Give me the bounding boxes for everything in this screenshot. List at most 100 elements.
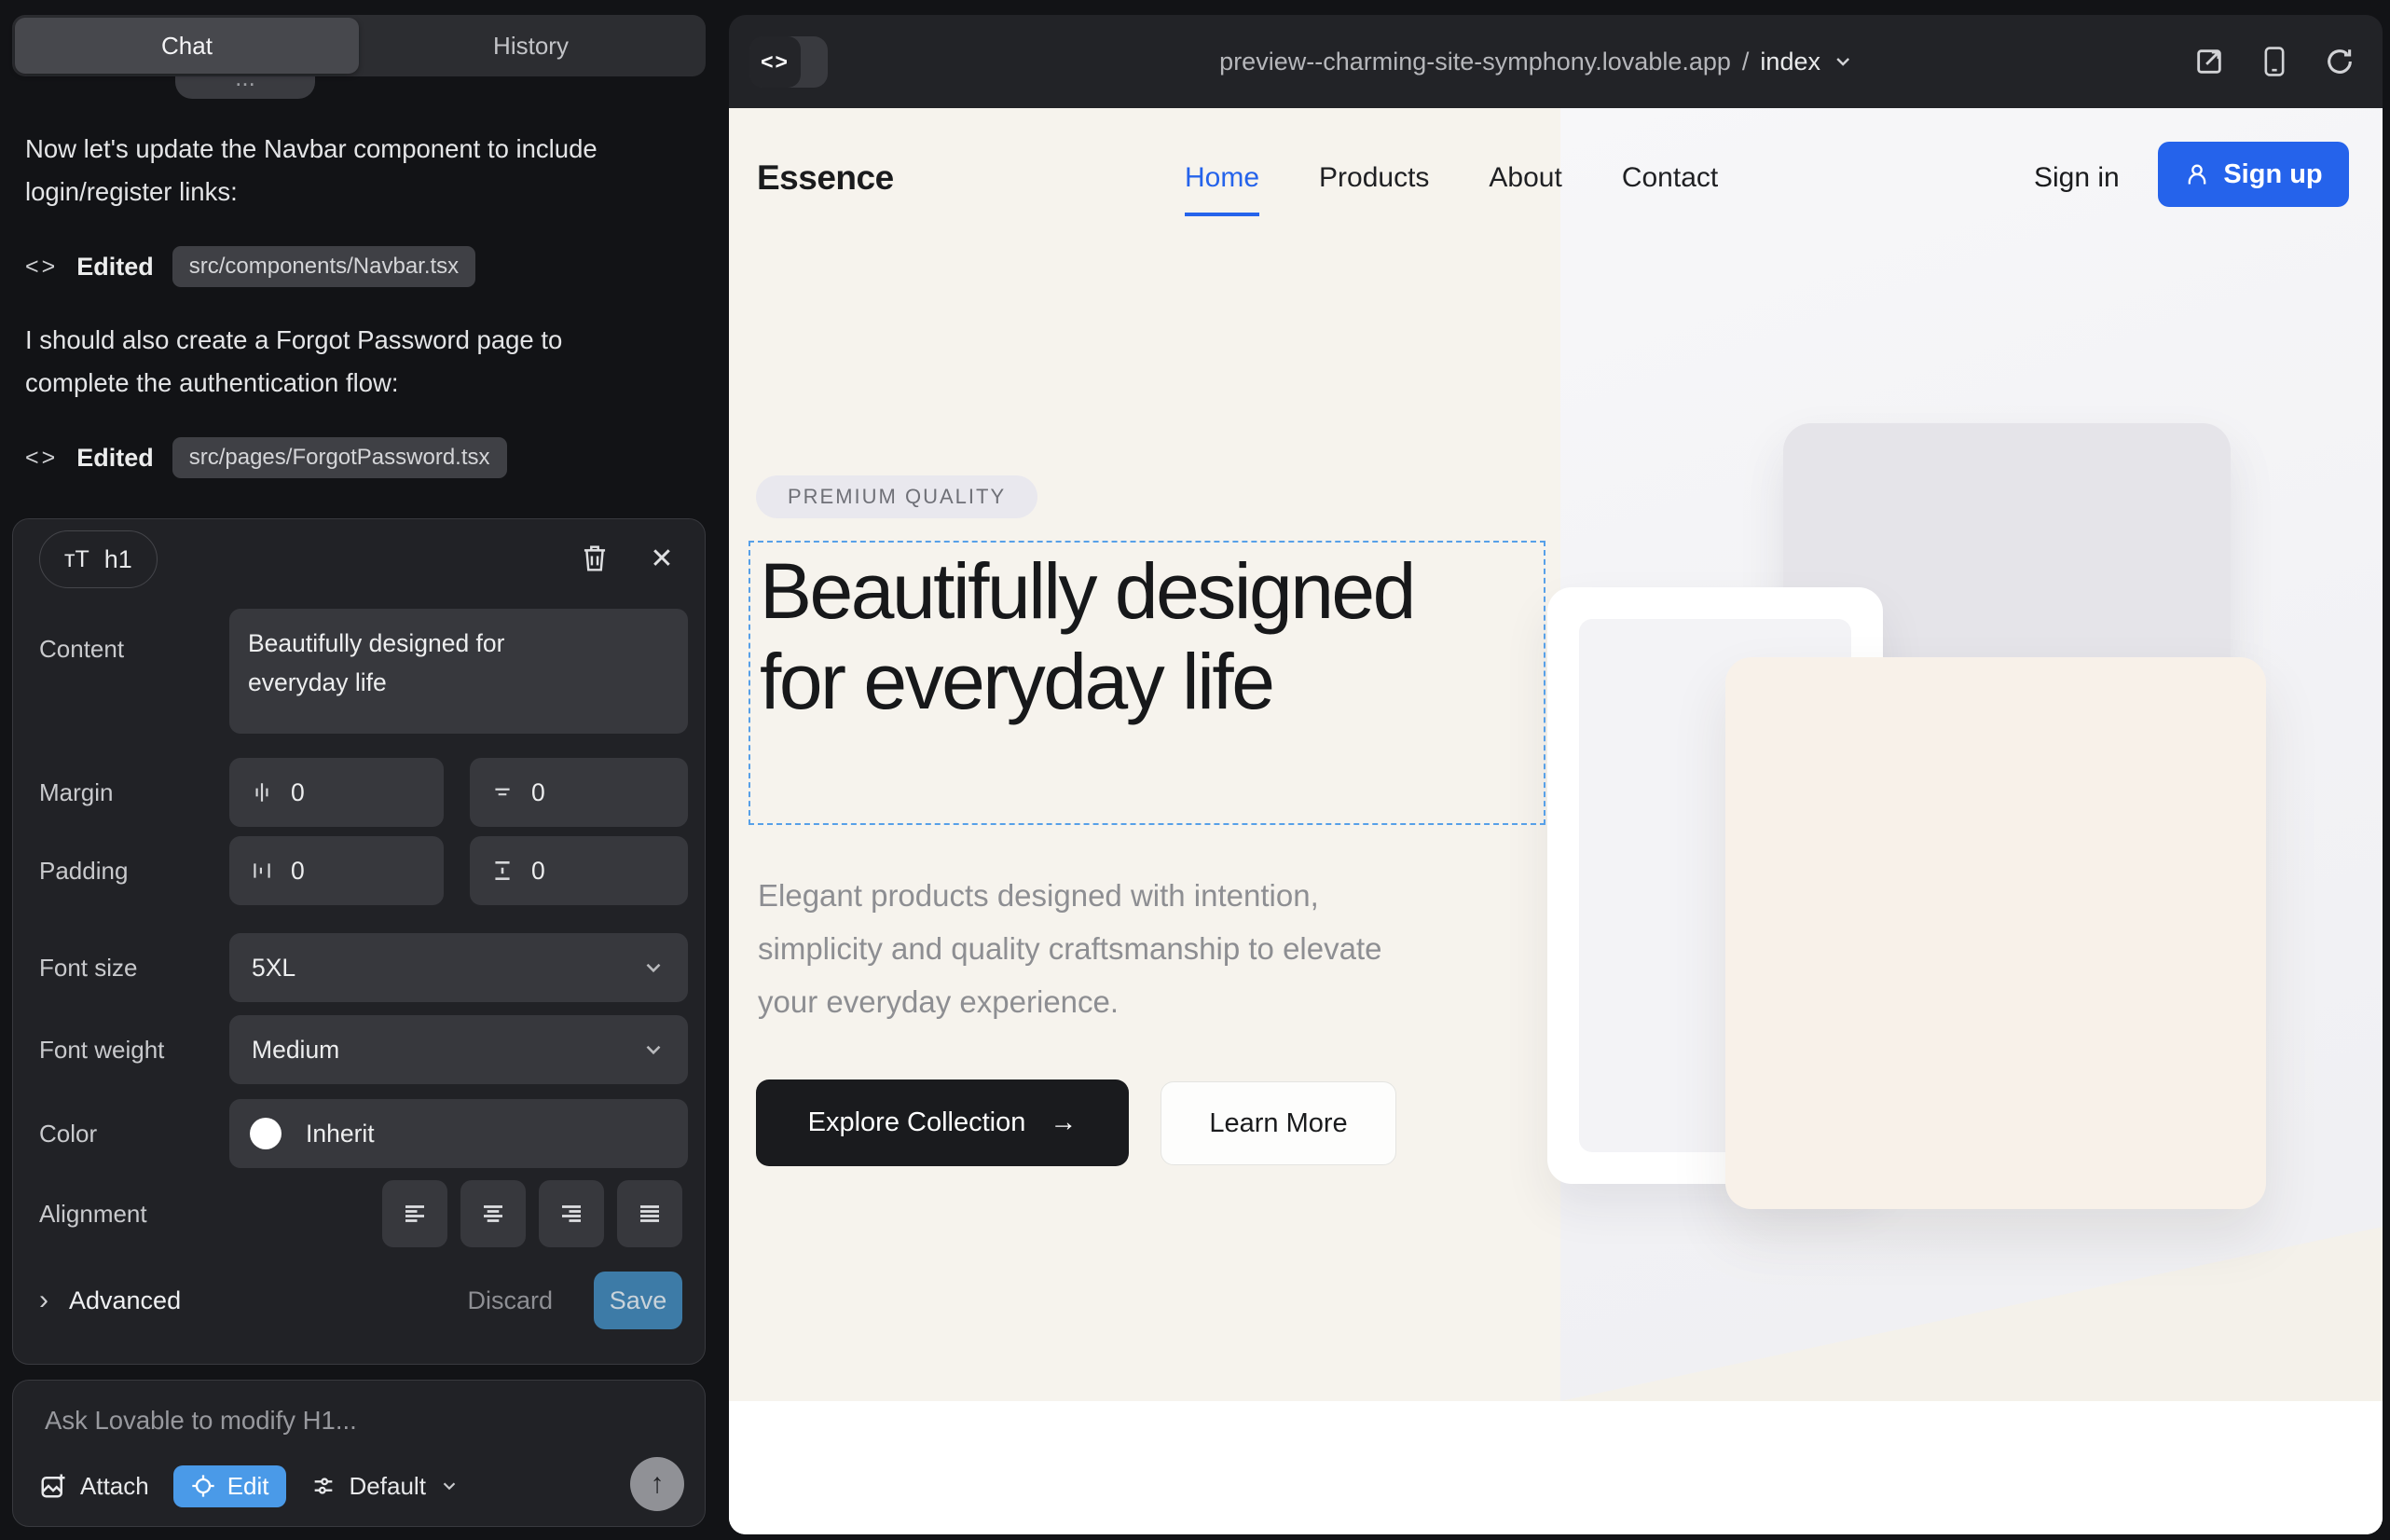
save-button[interactable]: Save	[594, 1272, 682, 1329]
explore-collection-button[interactable]: Explore Collection →	[756, 1079, 1129, 1166]
hero-description: Elegant products designed with intention…	[758, 869, 1392, 1028]
nav-link-products[interactable]: Products	[1319, 162, 1429, 194]
sign-in-link[interactable]: Sign in	[2034, 108, 2120, 248]
close-panel-button[interactable]: ✕	[641, 538, 682, 579]
margin-horizontal-input[interactable]: 0	[229, 758, 444, 827]
code-view-toggle[interactable]: <>	[749, 36, 828, 88]
sliders-icon	[310, 1473, 337, 1499]
padding-horizontal-icon	[250, 859, 274, 883]
sign-up-button[interactable]: Sign up	[2158, 142, 2349, 207]
site-footer-section	[729, 1401, 2383, 1534]
chat-composer: Attach Edit Default ↑	[12, 1380, 706, 1527]
arrow-up-icon: ↑	[651, 1468, 665, 1500]
selected-element-outline[interactable]: Beautifully designed for everyday life	[749, 541, 1545, 825]
file-chip[interactable]: src/pages/ForgotPassword.tsx	[172, 437, 507, 478]
margin-horizontal-icon	[250, 780, 274, 804]
learn-more-button[interactable]: Learn More	[1161, 1081, 1396, 1165]
align-right-icon	[556, 1200, 586, 1228]
chevron-right-icon: ›	[39, 1285, 48, 1316]
align-justify-icon	[635, 1200, 665, 1228]
element-editor-panel: тT h1 ✕ Content Beautifully designed for…	[12, 518, 706, 1365]
font-weight-label: Font weight	[39, 1015, 164, 1084]
font-weight-select[interactable]: Medium	[229, 1015, 688, 1084]
premium-quality-badge: PREMIUM QUALITY	[756, 475, 1037, 518]
edit-action-label: Edited	[76, 253, 154, 282]
color-label: Color	[39, 1099, 97, 1168]
code-icon: <>	[25, 445, 58, 472]
align-justify-button[interactable]	[617, 1180, 682, 1247]
margin-vertical-input[interactable]: 0	[470, 758, 688, 827]
discard-button[interactable]: Discard	[467, 1286, 553, 1315]
margin-vertical-icon	[490, 780, 515, 804]
browser-preview: <> preview--charming-site-symphony.lovab…	[729, 15, 2383, 1534]
nav-link-about[interactable]: About	[1489, 162, 1561, 194]
padding-horizontal-input[interactable]: 0	[229, 836, 444, 905]
arrow-right-icon: →	[1050, 1107, 1077, 1138]
padding-vertical-icon	[490, 859, 515, 883]
element-tag-pill[interactable]: тT h1	[39, 530, 158, 588]
browser-toolbar: <> preview--charming-site-symphony.lovab…	[729, 15, 2383, 108]
align-left-icon	[400, 1200, 430, 1228]
truncated-message-bubble: ...	[175, 73, 315, 99]
padding-vertical-input[interactable]: 0	[470, 836, 688, 905]
target-icon	[190, 1473, 216, 1499]
decorative-card-cream	[1725, 657, 2266, 1209]
tab-history[interactable]: History	[359, 18, 703, 74]
mobile-view-button[interactable]	[2256, 43, 2293, 80]
font-size-select[interactable]: 5XL	[229, 933, 688, 1002]
assistant-message: Now let's update the Navbar component to…	[25, 128, 598, 213]
tab-chat[interactable]: Chat	[15, 18, 359, 74]
browser-actions	[2191, 15, 2358, 108]
user-icon	[2184, 161, 2210, 187]
align-center-icon	[478, 1200, 508, 1228]
nav-link-contact[interactable]: Contact	[1622, 162, 1718, 194]
file-chip[interactable]: src/components/Navbar.tsx	[172, 246, 475, 287]
url-breadcrumb[interactable]: preview--charming-site-symphony.lovable.…	[1219, 15, 1854, 108]
site-viewport: Essence Home Products About Contact Sign…	[729, 108, 2383, 1534]
edited-file-row: <> Edited src/pages/ForgotPassword.tsx	[25, 435, 507, 480]
app-root: ... Chat History Now let's update the Na…	[0, 0, 2390, 1540]
attach-image-icon	[39, 1472, 67, 1500]
refresh-icon	[2324, 46, 2356, 77]
edit-action-label: Edited	[76, 444, 154, 473]
code-icon: <>	[761, 49, 790, 75]
trash-icon	[581, 543, 609, 573]
attach-button[interactable]: Attach	[39, 1472, 149, 1501]
color-select[interactable]: Inherit	[229, 1099, 688, 1168]
advanced-toggle[interactable]: › Advanced	[39, 1285, 181, 1316]
url-host: preview--charming-site-symphony.lovable.…	[1219, 48, 1731, 76]
typography-icon: тT	[64, 546, 89, 573]
close-icon: ✕	[650, 543, 673, 575]
send-button[interactable]: ↑	[630, 1457, 684, 1511]
edited-file-row: <> Edited src/components/Navbar.tsx	[25, 244, 475, 289]
alignment-label: Alignment	[39, 1180, 147, 1247]
mode-select[interactable]: Default	[310, 1472, 460, 1501]
composer-input[interactable]	[43, 1405, 658, 1437]
chevron-down-icon	[439, 1476, 460, 1496]
font-size-label: Font size	[39, 933, 138, 1002]
open-in-new-tab-button[interactable]	[2191, 43, 2228, 80]
content-textarea[interactable]: Beautifully designed for everyday life	[229, 609, 688, 734]
chevron-down-icon	[1832, 50, 1854, 73]
code-icon: <>	[25, 254, 58, 281]
refresh-button[interactable]	[2321, 43, 2358, 80]
alignment-buttons	[382, 1180, 682, 1247]
color-swatch	[250, 1118, 282, 1149]
url-divider: /	[1742, 48, 1750, 76]
site-logo[interactable]: Essence	[757, 108, 894, 248]
site-nav-links: Home Products About Contact	[1185, 108, 1718, 248]
edit-mode-pill[interactable]: Edit	[173, 1465, 286, 1507]
chevron-down-icon	[641, 956, 666, 980]
align-left-button[interactable]	[382, 1180, 447, 1247]
margin-label: Margin	[39, 758, 113, 827]
nav-link-home[interactable]: Home	[1185, 162, 1259, 216]
element-tag-name: h1	[104, 545, 132, 574]
delete-element-button[interactable]	[574, 538, 615, 579]
align-right-button[interactable]	[539, 1180, 604, 1247]
align-center-button[interactable]	[460, 1180, 526, 1247]
padding-label: Padding	[39, 836, 128, 905]
chevron-down-icon	[641, 1038, 666, 1062]
assistant-message: I should also create a Forgot Password p…	[25, 319, 598, 405]
hero-heading[interactable]: Beautifully designed for everyday life	[760, 546, 1431, 727]
hero-cta-row: Explore Collection → Learn More	[756, 1079, 1396, 1166]
